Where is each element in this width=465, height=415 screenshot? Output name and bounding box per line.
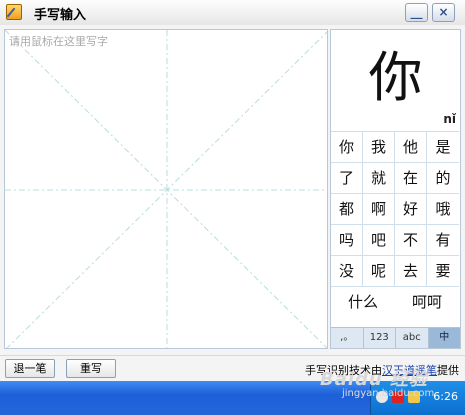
- mode-tab-letters[interactable]: abc: [396, 328, 429, 348]
- candidate-char[interactable]: 在: [395, 162, 427, 193]
- candidate-char[interactable]: 好: [395, 193, 427, 224]
- candidate-row: 吗 吧 不 有: [331, 224, 460, 255]
- candidate-row: 都 啊 好 哦: [331, 193, 460, 224]
- window-title: 手写输入: [34, 8, 87, 23]
- mode-tabs: ,。 123 abc 中: [331, 327, 460, 348]
- candidate-char[interactable]: 吧: [363, 224, 395, 255]
- candidate-char[interactable]: 哦: [427, 193, 459, 224]
- candidate-char[interactable]: 你: [331, 131, 363, 162]
- canvas-hint: 请用鼠标在这里写字: [9, 35, 108, 48]
- canvas-guides: [5, 30, 327, 348]
- handwriting-canvas[interactable]: 请用鼠标在这里写字: [4, 29, 328, 349]
- title-bar[interactable]: 手写输入 __ ×: [0, 0, 465, 26]
- candidate-panel: 你 nǐ 你 我 他 是 了 就 在 的 都 啊 好 哦 吗 吧 不 有 没 呢…: [330, 29, 461, 349]
- pen-icon: [6, 4, 22, 20]
- candidate-row: 你 我 他 是: [331, 131, 460, 162]
- candidate-char[interactable]: 是: [427, 131, 459, 162]
- candidate-char[interactable]: 就: [363, 162, 395, 193]
- candidate-char[interactable]: 呢: [363, 255, 395, 286]
- credit-suffix: 提供: [437, 364, 459, 377]
- candidate-char[interactable]: 的: [427, 162, 459, 193]
- candidate-char[interactable]: 他: [395, 131, 427, 162]
- candidate-row: 没 呢 去 要: [331, 255, 460, 286]
- candidate-char[interactable]: 啊: [363, 193, 395, 224]
- candidate-char[interactable]: 都: [331, 193, 363, 224]
- pinyin-label: nǐ: [443, 112, 456, 126]
- candidate-row: 了 就 在 的: [331, 162, 460, 193]
- mode-tab-digits[interactable]: 123: [364, 328, 396, 348]
- candidate-word[interactable]: 呵呵: [395, 286, 459, 318]
- mode-tab-punctuation[interactable]: ,。: [331, 328, 364, 348]
- candidate-char[interactable]: 不: [395, 224, 427, 255]
- candidate-char[interactable]: 我: [363, 131, 395, 162]
- watermark-sub: jingyan.baidu.com: [342, 388, 435, 399]
- main-area: 请用鼠标在这里写字 你 nǐ 你 我 他 是 了 就 在 的 都 啊 好 哦 吗…: [0, 25, 465, 355]
- candidate-char[interactable]: 没: [331, 255, 363, 286]
- minimize-button[interactable]: __: [405, 3, 428, 22]
- candidate-char[interactable]: 要: [427, 255, 459, 286]
- word-row: 什么 呵呵: [331, 286, 460, 318]
- mode-tab-chinese[interactable]: 中: [428, 328, 460, 348]
- candidate-word[interactable]: 什么: [331, 286, 395, 318]
- rewrite-button[interactable]: 重写: [66, 359, 116, 378]
- close-button[interactable]: ×: [432, 3, 455, 22]
- candidate-grid: 你 我 他 是 了 就 在 的 都 啊 好 哦 吗 吧 不 有 没 呢 去 要 …: [331, 131, 460, 318]
- clock: 6:26: [433, 390, 458, 403]
- candidate-char[interactable]: 吗: [331, 224, 363, 255]
- main-candidate[interactable]: 你: [331, 30, 460, 126]
- undo-stroke-button[interactable]: 退一笔: [5, 359, 55, 378]
- candidate-char[interactable]: 去: [395, 255, 427, 286]
- candidate-char[interactable]: 有: [427, 224, 459, 255]
- candidate-char[interactable]: 了: [331, 162, 363, 193]
